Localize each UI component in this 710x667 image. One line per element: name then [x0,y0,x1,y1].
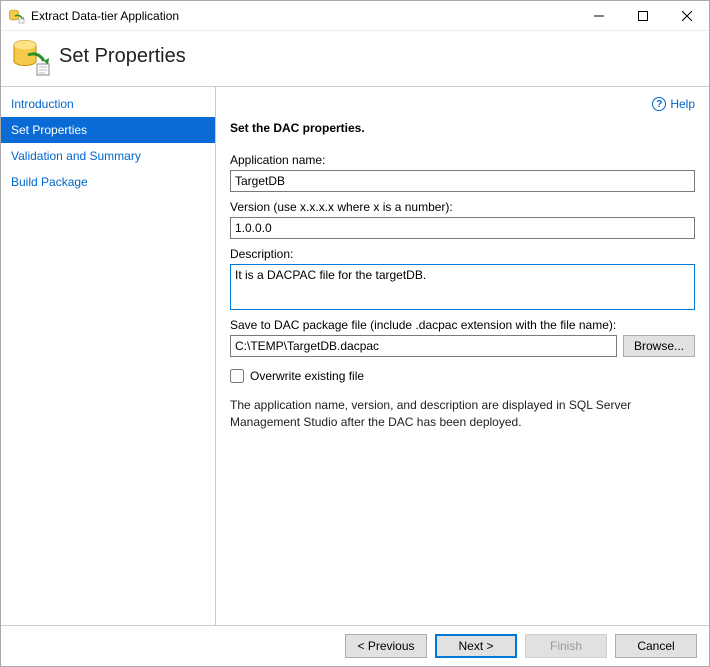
window-title: Extract Data-tier Application [31,9,577,23]
save-path-input[interactable] [230,335,617,357]
section-title: Set the DAC properties. [230,121,695,135]
overwrite-row[interactable]: Overwrite existing file [230,369,695,383]
app-name-label: Application name: [230,153,695,167]
sidebar-item-introduction[interactable]: Introduction [1,91,215,117]
save-path-label: Save to DAC package file (include .dacpa… [230,318,695,332]
cancel-button[interactable]: Cancel [615,634,697,658]
sidebar: Introduction Set Properties Validation a… [1,87,216,625]
window-controls [577,1,709,31]
footer: < Previous Next > Finish Cancel [1,625,709,666]
minimize-button[interactable] [577,1,621,31]
overwrite-label: Overwrite existing file [250,369,364,383]
help-icon[interactable]: ? [652,97,666,111]
description-label: Description: [230,247,695,261]
header: Set Properties [1,31,709,87]
titlebar: Extract Data-tier Application [1,1,709,31]
main-panel: ? Help Set the DAC properties. Applicati… [216,87,709,625]
page-title: Set Properties [59,45,186,68]
sidebar-item-validation-summary[interactable]: Validation and Summary [1,143,215,169]
info-text: The application name, version, and descr… [230,397,695,431]
description-input[interactable] [230,264,695,310]
app-name-input[interactable] [230,170,695,192]
finish-button: Finish [525,634,607,658]
browse-button[interactable]: Browse... [623,335,695,357]
help-link[interactable]: Help [670,97,695,111]
version-input[interactable] [230,217,695,239]
close-button[interactable] [665,1,709,31]
version-label: Version (use x.x.x.x where x is a number… [230,200,695,214]
maximize-button[interactable] [621,1,665,31]
sidebar-item-set-properties[interactable]: Set Properties [1,117,215,143]
overwrite-checkbox[interactable] [230,369,244,383]
wizard-icon [11,37,51,77]
previous-button[interactable]: < Previous [345,634,427,658]
sidebar-item-build-package[interactable]: Build Package [1,169,215,195]
next-button[interactable]: Next > [435,634,517,658]
app-icon [9,8,25,24]
